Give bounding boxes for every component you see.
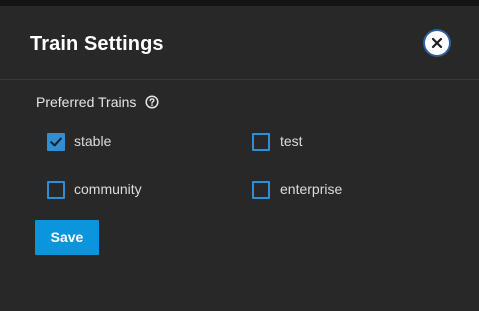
option-label-community: community — [74, 181, 142, 197]
checkbox-stable[interactable] — [47, 133, 65, 151]
save-button[interactable]: Save — [35, 220, 99, 255]
checkbox-test[interactable] — [252, 133, 270, 151]
option-label-enterprise: enterprise — [280, 181, 343, 197]
dialog-title: Train Settings — [30, 33, 164, 55]
dialog-header: Train Settings — [0, 6, 479, 80]
checkbox-community[interactable] — [47, 181, 65, 199]
option-label-test: test — [280, 133, 303, 149]
train-option-test[interactable]: test — [252, 131, 372, 151]
train-option-enterprise[interactable]: enterprise — [252, 179, 372, 199]
close-icon — [431, 37, 443, 49]
close-button[interactable] — [425, 31, 449, 55]
option-label-stable: stable — [74, 133, 112, 149]
train-option-stable[interactable]: stable — [47, 131, 167, 151]
train-settings-dialog: Train Settings Preferred Trains stable t… — [0, 6, 479, 311]
preferred-trains-label: Preferred Trains — [36, 94, 137, 110]
check-icon — [50, 137, 62, 147]
checkbox-enterprise[interactable] — [252, 181, 270, 199]
help-icon[interactable] — [145, 95, 159, 109]
train-option-community[interactable]: community — [47, 179, 167, 199]
